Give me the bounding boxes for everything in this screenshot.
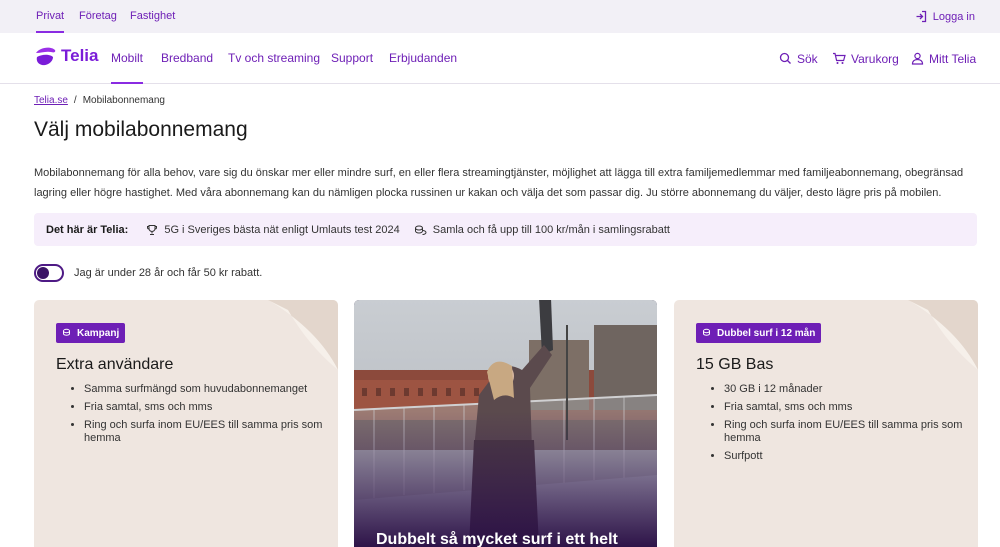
feature-item: 30 GB i 12 månader: [724, 383, 964, 396]
plan-card-extra-anvandare[interactable]: Kampanj Extra användare Samma surfmängd …: [34, 300, 338, 547]
info-item-samla: Samla och få upp till 100 kr/mån i samli…: [414, 224, 670, 236]
breadcrumb-home[interactable]: Telia.se: [34, 95, 68, 106]
nav-tv-och-streaming[interactable]: Tv och streaming: [228, 33, 320, 84]
login-label: Logga in: [932, 10, 975, 23]
cart-button[interactable]: Varukorg: [832, 33, 899, 84]
segment-privat[interactable]: Privat: [36, 0, 65, 33]
segment-foretag[interactable]: Företag: [79, 0, 117, 33]
feature-item: Ring och surfa inom EU/EES till samma pr…: [724, 419, 964, 445]
page-title: Välj mobilabonnemang: [34, 118, 248, 141]
logo-text: Telia: [61, 46, 99, 65]
telia-pebble-icon: [36, 47, 56, 66]
intro-text: Mobilabonnemang för alla behov, vare sig…: [34, 167, 964, 199]
main-navigation: Telia Mobilt Bredband Tv och streaming S…: [0, 33, 1000, 84]
feature-list: Samma surfmängd som huvudabonnemanget Fr…: [84, 383, 324, 450]
feature-list: 30 GB i 12 månader Fria samtal, sms och …: [724, 383, 964, 468]
nav-support[interactable]: Support: [331, 33, 373, 84]
youth-discount-label: Jag är under 28 år och får 50 kr rabatt.: [74, 267, 263, 279]
account-button[interactable]: Mitt Telia: [911, 33, 976, 84]
card-title: 15 GB Bas: [696, 356, 774, 373]
card-title: Extra användare: [56, 356, 174, 373]
breadcrumb: Telia.se / Mobilabonnemang: [34, 95, 165, 106]
search-icon: [779, 52, 791, 64]
feature-item: Fria samtal, sms och mms: [724, 401, 964, 414]
nav-erbjudanden[interactable]: Erbjudanden: [389, 33, 457, 84]
info-item-5g-label: 5G i Sveriges bästa nät enligt Umlauts t…: [164, 223, 400, 236]
coins-icon: [63, 328, 70, 336]
cart-label: Varukorg: [851, 51, 899, 66]
info-bar: Det här är Telia: 5G i Sveriges bästa nä…: [34, 213, 977, 246]
segment-bar: Privat Företag Fastighet Logga in: [0, 0, 1000, 33]
cart-icon: [833, 52, 846, 64]
card-decoration: [908, 300, 978, 370]
login-icon: [916, 10, 926, 23]
feature-item: Ring och surfa inom EU/EES till samma pr…: [84, 419, 324, 445]
breadcrumb-current: Mobilabonnemang: [82, 95, 165, 106]
plan-card-15gb-bas[interactable]: Dubbel surf i 12 mån 15 GB Bas 30 GB i 1…: [674, 300, 978, 547]
telia-logo[interactable]: Telia: [33, 44, 98, 68]
info-item-5g: 5G i Sveriges bästa nät enligt Umlauts t…: [146, 223, 400, 236]
card-decoration: [268, 300, 338, 370]
nav-mobilt[interactable]: Mobilt: [111, 33, 144, 84]
campaign-badge: Kampanj: [56, 323, 126, 343]
trophy-icon: [147, 224, 158, 235]
promo-card-photo[interactable]: Dubbelt så mycket surf i ett helt: [354, 300, 657, 547]
promo-photo: [354, 300, 657, 547]
feature-item: Fria samtal, sms och mms: [84, 401, 324, 414]
coins-icon: [703, 328, 710, 336]
promo-title: Dubbelt så mycket surf i ett helt: [376, 531, 618, 547]
campaign-badge-label: Kampanj: [77, 327, 120, 339]
youth-discount-toggle-row: Jag är under 28 år och får 50 kr rabatt.: [34, 264, 262, 282]
info-item-samla-label: Samla och få upp till 100 kr/mån i samli…: [432, 223, 670, 236]
toggle-knob: [37, 267, 49, 279]
coins-icon: [414, 225, 427, 235]
user-icon: [911, 52, 924, 65]
youth-discount-toggle[interactable]: [34, 264, 64, 282]
feature-item: Surfpott: [724, 450, 964, 463]
breadcrumb-separator: /: [73, 95, 77, 106]
login-button[interactable]: Logga in: [915, 0, 975, 33]
feature-item: Samma surfmängd som huvudabonnemanget: [84, 383, 324, 396]
double-surf-badge: Dubbel surf i 12 mån: [696, 323, 822, 343]
search-button[interactable]: Sök: [779, 33, 818, 84]
info-bar-title: Det här är Telia:: [46, 223, 129, 236]
search-label: Sök: [797, 51, 818, 66]
double-surf-badge-label: Dubbel surf i 12 mån: [717, 327, 816, 339]
account-label: Mitt Telia: [929, 51, 977, 66]
nav-bredband[interactable]: Bredband: [161, 33, 213, 84]
segment-fastighet[interactable]: Fastighet: [130, 0, 175, 33]
